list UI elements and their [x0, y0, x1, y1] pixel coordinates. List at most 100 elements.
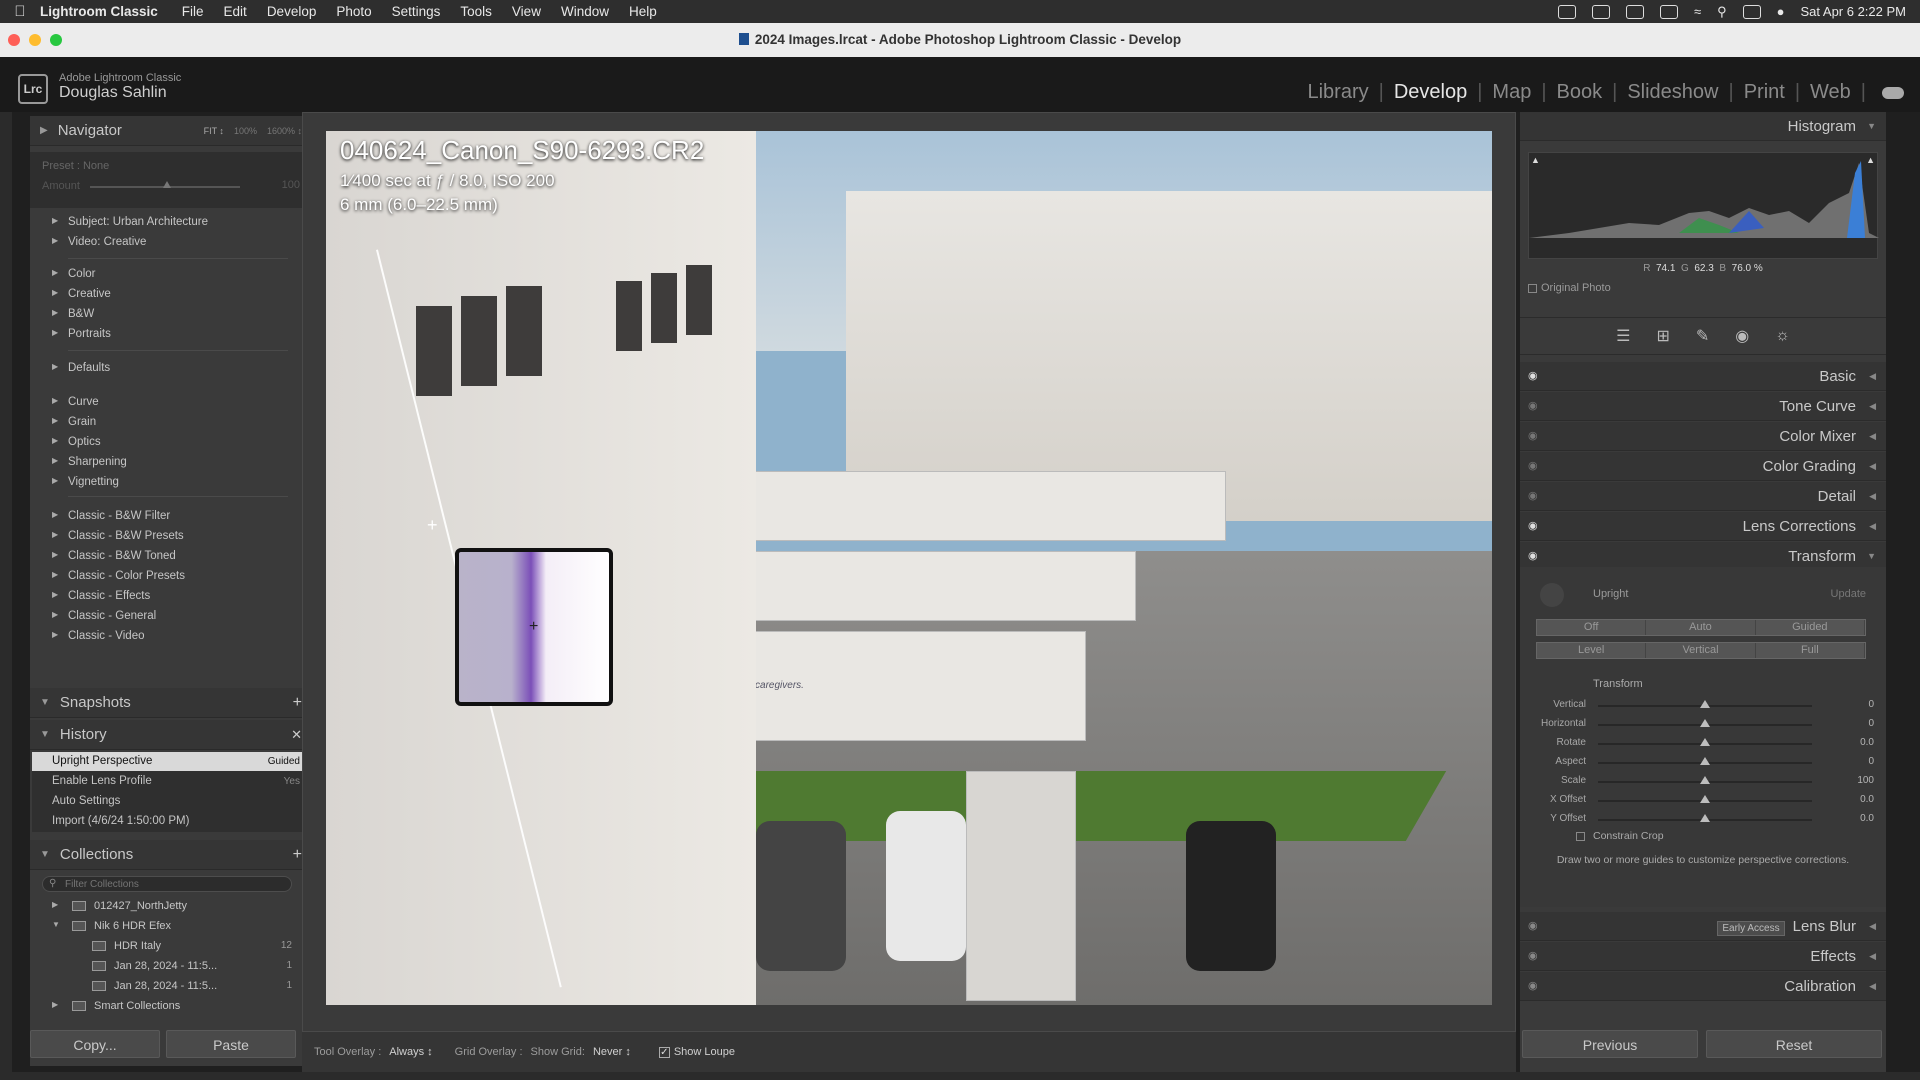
history-item[interactable]: Auto Settings	[32, 792, 310, 811]
close-window-button[interactable]	[8, 34, 20, 46]
preset-group[interactable]: ▶ Defaults	[52, 362, 110, 374]
status-cloud-icon[interactable]	[1625, 4, 1644, 19]
panel-header-basic[interactable]: ◉ Basic ◀	[1520, 362, 1886, 391]
slider-rotate[interactable]: Rotate 0.0	[1520, 735, 1886, 753]
upright-auto-button[interactable]: Auto	[1646, 620, 1756, 635]
module-map[interactable]: Map	[1492, 81, 1531, 104]
history-item[interactable]: Enable Lens Profile Yes	[32, 772, 310, 791]
preset-group[interactable]: ▶ Classic - General	[52, 610, 156, 622]
lens-blur-header[interactable]: ◉ Early Access Lens Blur ◀	[1520, 912, 1886, 941]
preset-group[interactable]: ▶ Optics	[52, 436, 101, 448]
cloud-icon[interactable]	[1882, 86, 1904, 99]
preset-group[interactable]: ▶ Video: Creative	[52, 236, 146, 248]
status-battery-icon[interactable]	[1659, 4, 1678, 19]
preset-group[interactable]: ▶ Classic - B&W Toned	[52, 550, 176, 562]
slider-knob[interactable]	[1700, 795, 1710, 803]
eye-icon[interactable]: ◉	[1528, 482, 1538, 511]
slider-knob[interactable]	[1700, 738, 1710, 746]
masking-icon[interactable]: ☼	[1775, 327, 1790, 345]
status-display-icon[interactable]	[1591, 4, 1610, 19]
eye-icon[interactable]: ◉	[1528, 452, 1538, 481]
slider-y-offset[interactable]: Y Offset 0.0	[1520, 811, 1886, 829]
apple-icon[interactable]: 	[0, 3, 40, 20]
preset-group[interactable]: ▶ Portraits	[52, 328, 111, 340]
preset-group[interactable]: ▶ Curve	[52, 396, 99, 408]
shadow-clipping-icon[interactable]: ▲	[1531, 155, 1540, 165]
preset-group[interactable]: ▶ B&W	[52, 308, 94, 320]
minimize-window-button[interactable]	[29, 34, 41, 46]
edit-sliders-icon[interactable]: ☰	[1616, 326, 1630, 346]
preset-group[interactable]: ▶ Classic - Color Presets	[52, 570, 185, 582]
histogram-header[interactable]: Histogram ▼	[1520, 112, 1886, 141]
zoom-100[interactable]: 100%	[234, 126, 257, 136]
history-item[interactable]: Import (4/6/24 1:50:00 PM)	[32, 812, 310, 831]
zoom-window-button[interactable]	[50, 34, 62, 46]
panel-header-color-grading[interactable]: ◉ Color Grading ◀	[1520, 452, 1886, 481]
preset-group[interactable]: ▶ Classic - B&W Presets	[52, 530, 184, 542]
control-center-icon[interactable]	[1742, 4, 1761, 19]
menu-file[interactable]: File	[182, 4, 204, 19]
menu-photo[interactable]: Photo	[336, 4, 371, 19]
slider-x-offset[interactable]: X Offset 0.0	[1520, 792, 1886, 810]
menu-view[interactable]: View	[512, 4, 541, 19]
upright-full-button[interactable]: Full	[1756, 643, 1865, 658]
history-header[interactable]: ▼ History ✕	[30, 720, 312, 750]
slider-scale[interactable]: Scale 100	[1520, 773, 1886, 791]
healing-icon[interactable]: ✎	[1696, 326, 1709, 346]
show-grid-select[interactable]: Never ↕	[593, 1046, 631, 1058]
slider-vertical[interactable]: Vertical 0	[1520, 697, 1886, 715]
crop-icon[interactable]: ⊞	[1656, 326, 1669, 346]
constrain-crop-checkbox[interactable]: Constrain Crop	[1576, 830, 1664, 842]
effects-header[interactable]: ◉ Effects ◀	[1520, 942, 1886, 971]
collection-item[interactable]: ▶ Smart Collections	[30, 998, 312, 1016]
menu-clock[interactable]: Sat Apr 6 2:22 PM	[1800, 4, 1906, 19]
preset-group[interactable]: ▶ Creative	[52, 288, 111, 300]
red-eye-icon[interactable]: ◉	[1735, 326, 1749, 346]
collections-filter[interactable]: ⚲	[42, 876, 292, 892]
module-print[interactable]: Print	[1744, 81, 1785, 104]
eye-icon[interactable]: ◉	[1528, 512, 1538, 541]
eye-icon[interactable]: ◉	[1528, 392, 1538, 421]
collections-filter-input[interactable]	[65, 878, 275, 890]
slider-aspect[interactable]: Aspect 0	[1520, 754, 1886, 772]
paste-settings-button[interactable]: Paste	[166, 1030, 296, 1058]
upright-vertical-button[interactable]: Vertical	[1646, 643, 1756, 658]
preset-group[interactable]: ▶ Subject: Urban Architecture	[52, 216, 208, 228]
panel-header-detail[interactable]: ◉ Detail ◀	[1520, 482, 1886, 511]
original-photo-toggle[interactable]: Original Photo	[1528, 282, 1611, 294]
previous-button[interactable]: Previous	[1522, 1030, 1698, 1058]
upright-off-button[interactable]: Off	[1537, 620, 1647, 635]
navigator-header[interactable]: ▶ Navigator FIT ↕ 100% 1600% ↕	[30, 116, 312, 146]
upright-level-button[interactable]: Level	[1537, 643, 1647, 658]
preset-group[interactable]: ▶ Vignetting	[52, 476, 119, 488]
zoom-fit[interactable]: FIT ↕	[204, 126, 224, 136]
menu-develop[interactable]: Develop	[267, 4, 317, 19]
spotlight-icon[interactable]: ⚲	[1717, 4, 1727, 20]
highlight-clipping-icon[interactable]: ▲	[1866, 155, 1875, 165]
update-button[interactable]: Update	[1831, 588, 1866, 600]
collection-item[interactable]: Jan 28, 2024 - 11:5... 1	[30, 978, 312, 996]
history-item[interactable]: Upright Perspective Guided	[32, 752, 310, 771]
preset-group[interactable]: ▶ Classic - B&W Filter	[52, 510, 170, 522]
collection-item[interactable]: Jan 28, 2024 - 11:5... 1	[30, 958, 312, 976]
panel-header-tone-curve[interactable]: ◉ Tone Curve ◀	[1520, 392, 1886, 421]
module-library[interactable]: Library	[1307, 81, 1368, 104]
slider-knob[interactable]	[1700, 814, 1710, 822]
collection-item[interactable]: ▶ 012427_NorthJetty	[30, 898, 312, 916]
add-collection-icon[interactable]: +	[293, 846, 302, 864]
module-web[interactable]: Web	[1810, 81, 1851, 104]
eye-icon[interactable]: ◉	[1528, 362, 1538, 391]
collections-header[interactable]: ▼ Collections +	[30, 840, 312, 870]
wifi-icon[interactable]: ≈	[1694, 4, 1701, 19]
status-app-icon[interactable]	[1557, 4, 1576, 19]
zoom-1600[interactable]: 1600% ↕	[267, 126, 302, 136]
collection-item[interactable]: HDR Italy 12	[30, 938, 312, 956]
preset-group[interactable]: ▶ Sharpening	[52, 456, 127, 468]
preset-group[interactable]: ▶ Classic - Video	[52, 630, 145, 642]
upright-guided-button[interactable]: Guided	[1756, 620, 1865, 635]
menu-settings[interactable]: Settings	[392, 4, 441, 19]
menu-edit[interactable]: Edit	[224, 4, 247, 19]
menu-tools[interactable]: Tools	[460, 4, 492, 19]
eye-icon[interactable]: ◉	[1528, 422, 1538, 451]
preset-group[interactable]: ▶ Classic - Effects	[52, 590, 150, 602]
